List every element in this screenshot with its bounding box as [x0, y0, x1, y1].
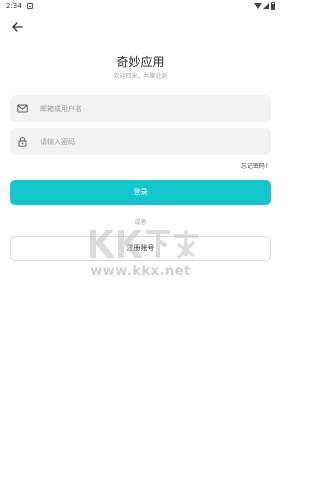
- back-button[interactable]: [10, 19, 24, 33]
- password-field[interactable]: [10, 128, 271, 155]
- password-input[interactable]: [40, 128, 260, 155]
- arrow-left-icon: [12, 22, 23, 32]
- status-bar: 2:34: [0, 0, 281, 14]
- signal-icon: [263, 3, 269, 9]
- wifi-icon: [254, 3, 262, 9]
- lock-icon: [18, 136, 27, 147]
- mail-icon: [17, 104, 28, 113]
- login-screen: 2:34 奇妙应用 欢迎回来，共聚此刻 忘记密码? 登录 或者 注册账号: [0, 0, 281, 500]
- page-subtitle: 欢迎回来，共聚此刻: [113, 73, 168, 80]
- login-button[interactable]: 登录: [10, 180, 271, 205]
- image-notification-icon: [27, 3, 33, 9]
- page-title: 奇妙应用: [116, 55, 165, 69]
- username-input[interactable]: [40, 95, 260, 122]
- watermark-url: www.kkx.net: [90, 264, 191, 279]
- forgot-password-link[interactable]: 忘记密码?: [241, 161, 268, 170]
- or-divider-label: 或者: [134, 219, 147, 226]
- register-button[interactable]: 注册账号: [10, 236, 271, 261]
- username-field[interactable]: [10, 95, 271, 122]
- battery-icon: [271, 2, 275, 10]
- status-time: 2:34: [6, 2, 22, 10]
